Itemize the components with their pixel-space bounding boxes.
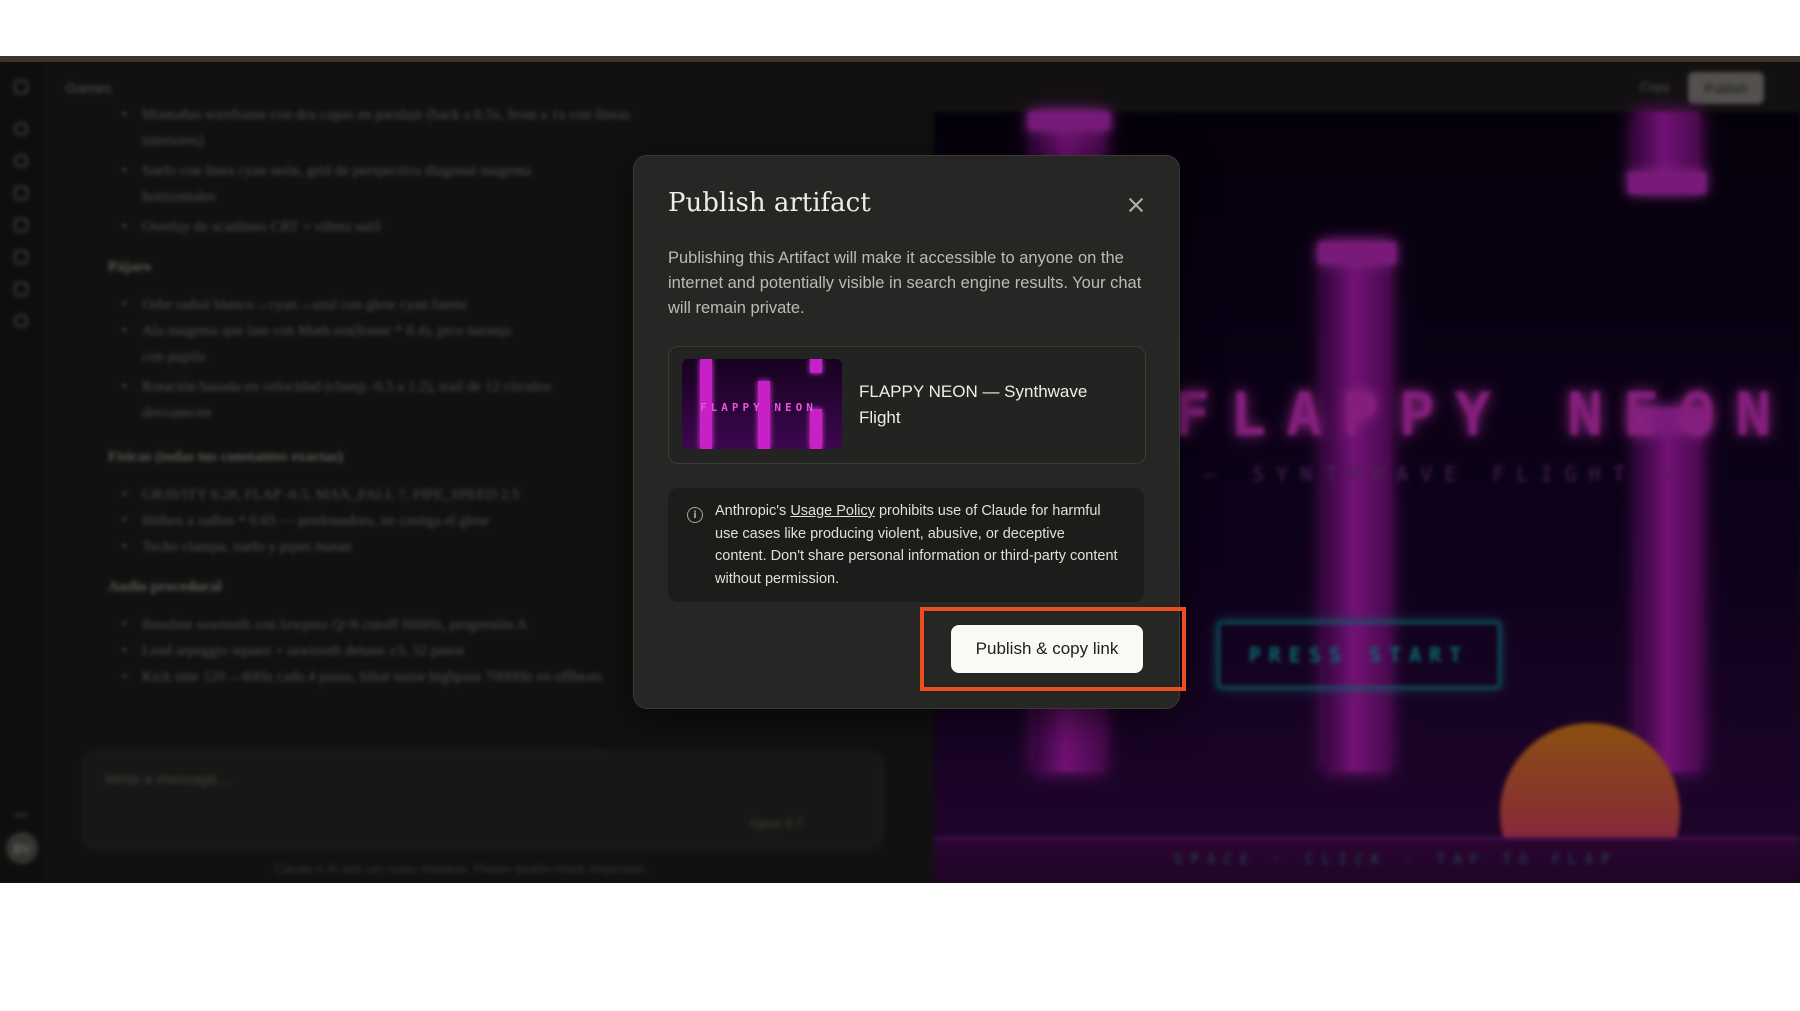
usage-policy-link[interactable]: Usage Policy <box>790 503 875 519</box>
dialog-description: Publishing this Artifact will make it ac… <box>668 249 1142 317</box>
artifact-card: FLAPPY NEON FLAPPY NEON — Synthwave Flig… <box>668 346 1146 464</box>
thumb-pipe <box>758 381 770 449</box>
artifact-name: FLAPPY NEON — Synthwave Flight <box>859 382 1088 427</box>
thumbnail-title: FLAPPY NEON <box>700 401 817 414</box>
usage-policy-notice: i Anthropic's Usage Policy prohibits use… <box>668 488 1144 602</box>
thumb-pipe <box>810 359 822 373</box>
thumb-pipe <box>810 409 822 449</box>
info-icon: i <box>687 507 703 523</box>
publish-copy-link-button[interactable]: Publish & copy link <box>951 625 1143 673</box>
notice-text: Anthropic's Usage Policy prohibits use o… <box>715 500 1120 590</box>
notice-prefix: Anthropic's <box>715 503 791 519</box>
dialog-title: Publish artifact <box>668 188 871 218</box>
close-icon[interactable] <box>1125 194 1147 216</box>
artifact-thumbnail: FLAPPY NEON <box>682 359 842 449</box>
